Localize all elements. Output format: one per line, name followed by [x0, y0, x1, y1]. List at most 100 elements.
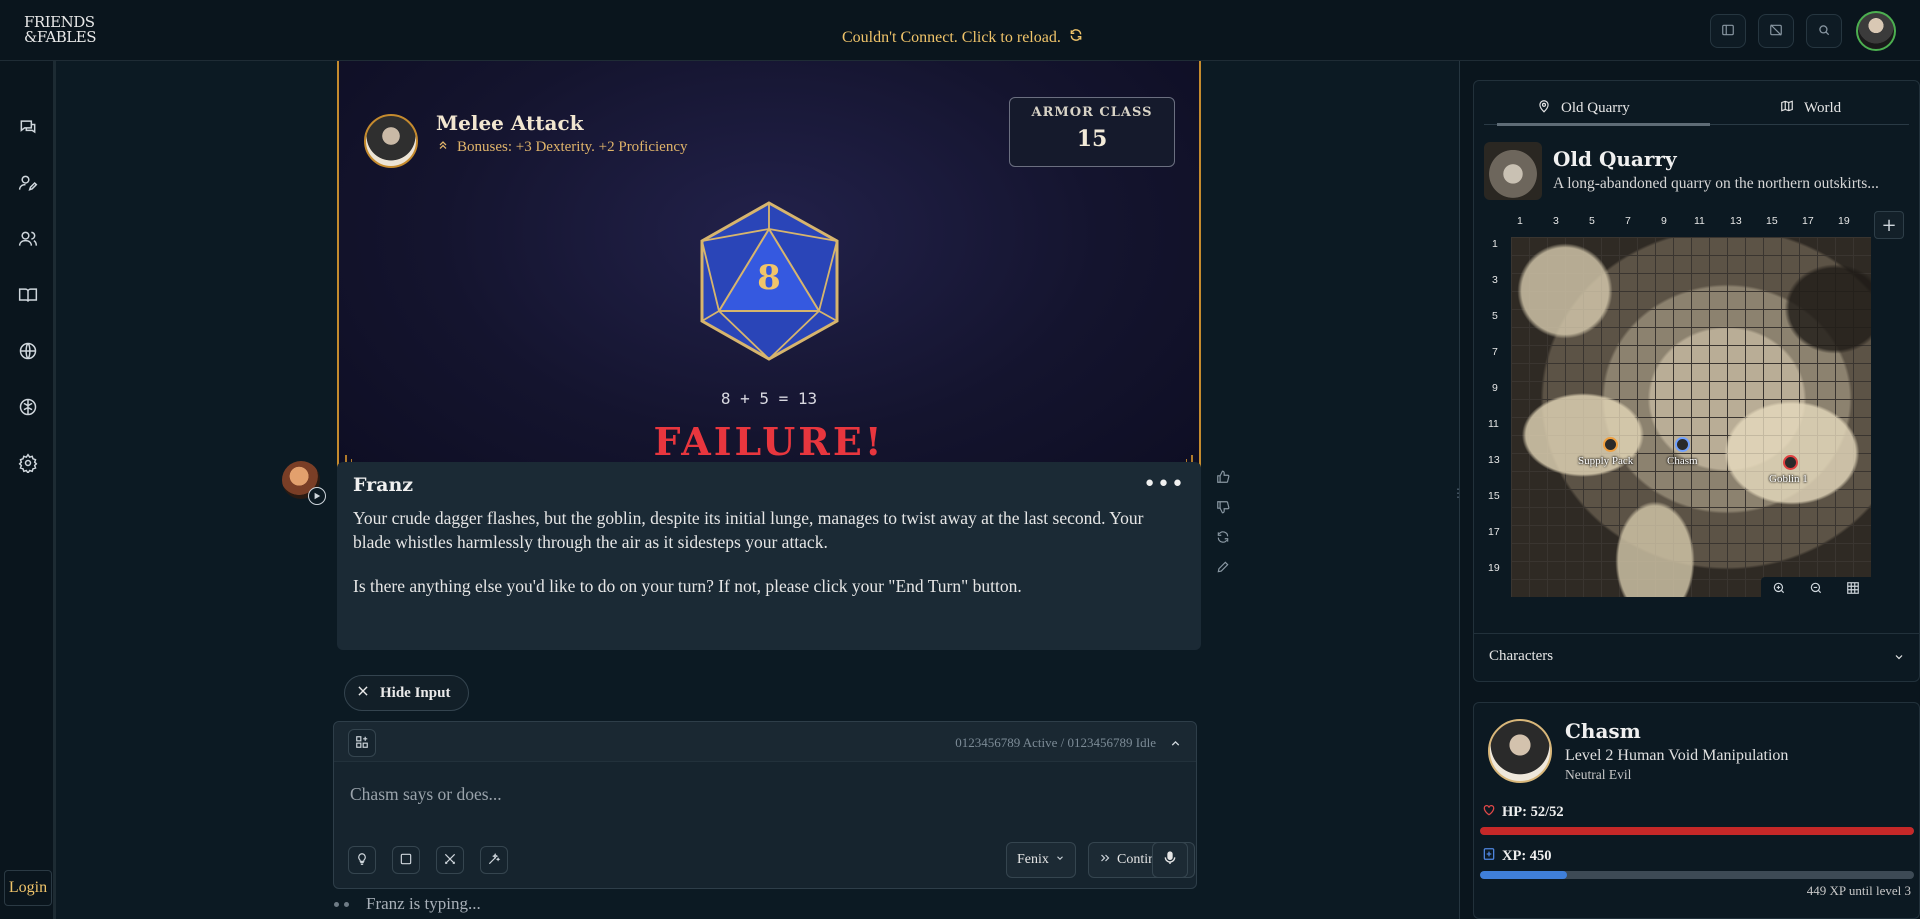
typing-status: Franz is typing... — [366, 894, 481, 913]
grid-column-label: 7 — [1625, 215, 1631, 227]
xp-stat: XP: 450 — [1482, 847, 1552, 866]
die-value: 8 — [757, 258, 781, 298]
connection-error-banner[interactable]: Couldn't Connect. Click to reload. — [842, 28, 1083, 47]
grid-column-label: 11 — [1694, 215, 1705, 227]
tab-local[interactable]: Old Quarry — [1497, 91, 1710, 126]
hide-input-button[interactable]: Hide Input — [344, 675, 469, 711]
message-paragraph: Your crude dagger flashes, but the gobli… — [353, 508, 1144, 552]
play-audio-icon[interactable] — [308, 487, 326, 505]
grid-row-label: 19 — [1488, 562, 1500, 574]
chevron-down-icon — [1893, 648, 1905, 667]
hp-bar — [1480, 827, 1914, 835]
user-avatar[interactable] — [1856, 11, 1896, 51]
actions-menu-button[interactable] — [348, 729, 376, 757]
dice-button[interactable] — [392, 846, 420, 874]
sidebar-icon — [1721, 22, 1735, 41]
roll-formula: 8 + 5 = 13 — [720, 389, 818, 408]
double-chevron-right-icon — [1099, 852, 1111, 869]
login-button[interactable]: Login — [4, 870, 52, 906]
message-author: Franz — [353, 474, 414, 496]
grid-column-label: 9 — [1661, 215, 1667, 227]
thumbs-down-icon[interactable] — [1214, 498, 1232, 516]
xp-icon — [1482, 847, 1496, 866]
token-chasm[interactable] — [1675, 437, 1690, 452]
regenerate-icon[interactable] — [1214, 528, 1232, 546]
map-pin-icon — [1537, 99, 1551, 118]
microphone-button[interactable] — [1152, 842, 1188, 878]
close-icon — [356, 684, 370, 703]
zoom-in-icon[interactable] — [1772, 580, 1786, 599]
tab-local-label: Old Quarry — [1561, 99, 1630, 116]
roll-bonuses: Bonuses: +3 Dexterity. +2 Proficiency — [437, 139, 688, 156]
tab-world[interactable]: World — [1780, 91, 1841, 125]
token-goblin[interactable] — [1783, 455, 1798, 470]
dice-roll-card: Melee Attack Bonuses: +3 Dexterity. +2 P… — [337, 61, 1201, 503]
chevrons-up-icon — [437, 139, 449, 156]
xp-until-next-level: 449 XP until level 3 — [1806, 883, 1911, 898]
brain-icon[interactable] — [16, 395, 40, 419]
settings-icon[interactable] — [16, 451, 40, 475]
hp-bar-fill — [1480, 827, 1914, 835]
reload-icon[interactable] — [1069, 28, 1083, 47]
actions-grid-icon — [355, 734, 369, 753]
grid-row-label: 11 — [1488, 418, 1499, 430]
search-button[interactable] — [1806, 14, 1842, 48]
xp-bar — [1480, 871, 1914, 879]
roll-result: FAILURE! — [653, 419, 885, 464]
globe-icon[interactable] — [16, 339, 40, 363]
add-token-button[interactable]: + — [1874, 211, 1904, 239]
characters-accordion[interactable]: Characters — [1474, 633, 1919, 677]
map-terrain — [1511, 237, 1871, 597]
action-input[interactable] — [350, 784, 1170, 805]
crossed-swords-icon — [443, 851, 457, 870]
heart-icon — [1482, 803, 1496, 822]
thumbs-up-icon[interactable] — [1214, 468, 1232, 486]
toggle-images-button[interactable] — [1758, 14, 1794, 48]
token-label: Goblin 1 — [1769, 473, 1808, 485]
chat-icon[interactable] — [16, 115, 40, 139]
character-avatar[interactable] — [1488, 719, 1552, 783]
book-icon[interactable] — [16, 283, 40, 307]
microphone-icon — [1162, 850, 1178, 870]
more-options-icon[interactable]: ••• — [1143, 472, 1185, 497]
character-edit-icon[interactable] — [16, 171, 40, 195]
party-icon[interactable] — [16, 227, 40, 251]
armor-class-label: ARMOR CLASS — [1031, 105, 1153, 120]
zoom-out-icon[interactable] — [1809, 580, 1823, 599]
lightbulb-icon — [355, 851, 369, 870]
grid-column-label: 19 — [1838, 215, 1850, 227]
map-icon — [1780, 99, 1794, 118]
voice-select-value: Fenix — [1017, 852, 1049, 867]
location-description: A long-abandoned quarry on the northern … — [1553, 175, 1879, 192]
attack-button[interactable] — [436, 846, 464, 874]
tab-world-label: World — [1804, 99, 1842, 116]
narrator-message: Franz Your crude dagger flashes, but the… — [337, 462, 1201, 650]
battle-map[interactable]: Supply Pack Chasm Goblin 1 — [1511, 237, 1871, 597]
d20-die-icon: 8 — [697, 201, 842, 361]
grid-column-label: 13 — [1730, 215, 1742, 227]
armor-class-value: 15 — [1076, 126, 1108, 152]
grid-column-label: 3 — [1553, 215, 1559, 227]
toggle-sidebar-button[interactable] — [1710, 14, 1746, 48]
grid-icon[interactable] — [1846, 580, 1860, 599]
character-alignment: Neutral Evil — [1565, 767, 1632, 782]
spell-button[interactable] — [480, 846, 508, 874]
grid-column-label: 5 — [1589, 215, 1595, 227]
edit-icon[interactable] — [1214, 558, 1232, 576]
grid-row-label: 9 — [1492, 382, 1498, 394]
location-thumbnail — [1484, 142, 1542, 200]
message-paragraph: Is there anything else you'd like to do … — [353, 576, 1022, 596]
wand-icon — [487, 851, 501, 870]
logo-line-2: &FABLES — [24, 28, 97, 46]
suggestion-button[interactable] — [348, 846, 376, 874]
session-status: 0123456789 Active / 0123456789 Idle — [955, 735, 1156, 750]
image-off-icon — [1769, 22, 1783, 41]
location-tabs: Old Quarry World — [1484, 91, 1909, 126]
characters-label: Characters — [1489, 648, 1554, 664]
chevron-up-icon[interactable] — [1169, 735, 1182, 754]
app-logo[interactable]: FRIENDS &FABLES — [24, 15, 104, 45]
voice-select[interactable]: Fenix — [1006, 842, 1076, 878]
search-icon — [1817, 22, 1831, 41]
plus-icon: + — [1881, 214, 1897, 236]
token-supply-pack[interactable] — [1603, 437, 1618, 452]
